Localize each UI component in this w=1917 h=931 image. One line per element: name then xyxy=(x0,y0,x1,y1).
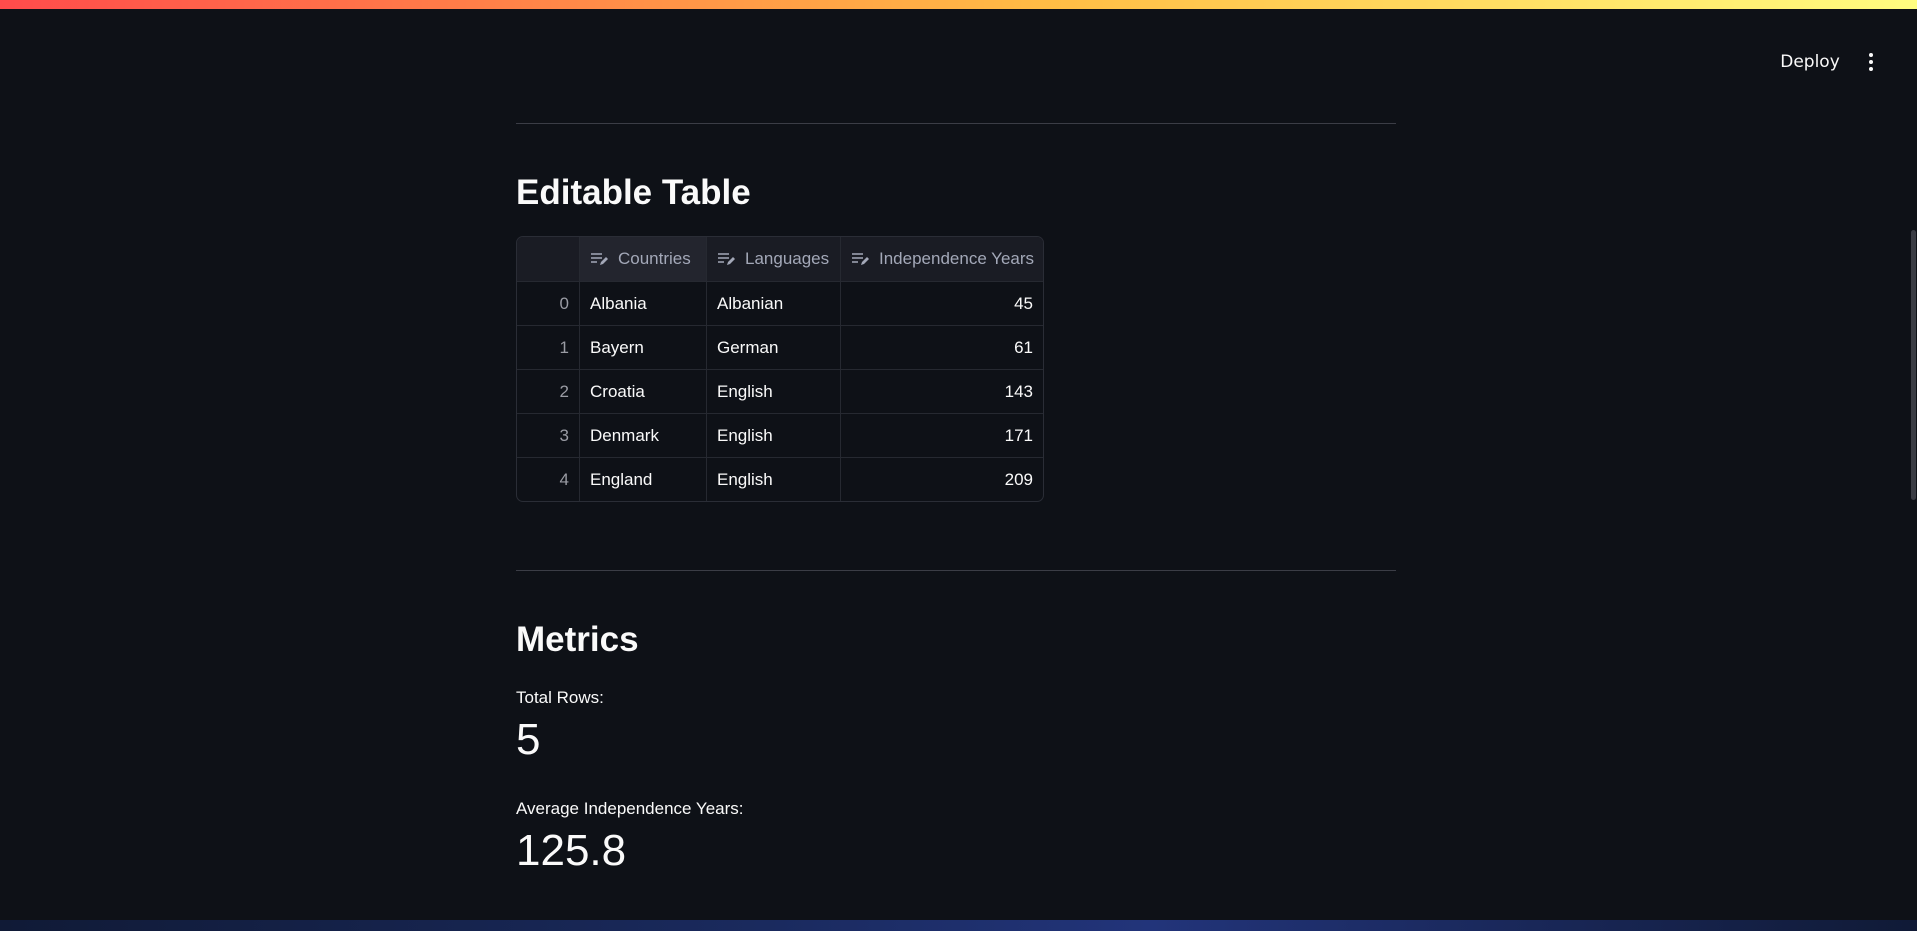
section-divider xyxy=(516,570,1396,571)
table-row: 0 Albania Albanian 45 xyxy=(517,282,1043,326)
avg-independence-years-label: Average Independence Years: xyxy=(516,799,744,818)
app-header: Deploy xyxy=(0,9,1917,97)
row-index-cell: 0 xyxy=(517,282,580,325)
column-header-label: Languages xyxy=(745,249,830,268)
page-scrollbar-thumb[interactable] xyxy=(1911,230,1916,500)
column-header-label: Independence Years xyxy=(879,249,1035,268)
total-rows-value: 5 xyxy=(516,715,541,764)
country-cell[interactable]: Bayern xyxy=(580,326,707,369)
table-row: 4 England English 209 xyxy=(517,458,1043,501)
language-cell[interactable]: German xyxy=(707,326,841,369)
edit-text-icon xyxy=(591,253,608,265)
independence-years-cell[interactable]: 209 xyxy=(841,458,1043,501)
app-decoration-bar xyxy=(0,0,1917,9)
metrics-title: Metrics xyxy=(516,620,639,659)
language-cell[interactable]: Albanian xyxy=(707,282,841,325)
country-cell[interactable]: Albania xyxy=(580,282,707,325)
edit-text-icon xyxy=(852,253,869,265)
independence-years-cell[interactable]: 143 xyxy=(841,370,1043,413)
menu-dot xyxy=(1869,60,1873,64)
index-header-cell xyxy=(517,237,580,281)
table-header-row: Countries Languages Independence Years xyxy=(517,237,1043,282)
independence-years-cell[interactable]: 45 xyxy=(841,282,1043,325)
column-header-countries[interactable]: Countries xyxy=(580,237,707,281)
language-cell[interactable]: English xyxy=(707,370,841,413)
deploy-button[interactable]: Deploy xyxy=(1770,51,1850,73)
taskbar-edge xyxy=(0,920,1917,931)
row-index-cell: 2 xyxy=(517,370,580,413)
avg-independence-years-value: 125.8 xyxy=(516,826,627,875)
section-divider xyxy=(516,123,1396,124)
independence-years-cell[interactable]: 171 xyxy=(841,414,1043,457)
language-cell[interactable]: English xyxy=(707,414,841,457)
column-header-independence-years[interactable]: Independence Years xyxy=(841,237,1043,281)
table-row: 1 Bayern German 61 xyxy=(517,326,1043,370)
row-index-cell: 1 xyxy=(517,326,580,369)
row-index-cell: 3 xyxy=(517,414,580,457)
column-header-languages[interactable]: Languages xyxy=(707,237,841,281)
editable-table: Countries Languages Independence Years 0… xyxy=(516,236,1044,502)
country-cell[interactable]: England xyxy=(580,458,707,501)
more-vertical-icon[interactable] xyxy=(1863,51,1879,73)
country-cell[interactable]: Croatia xyxy=(580,370,707,413)
edit-text-icon xyxy=(718,253,735,265)
row-index-cell: 4 xyxy=(517,458,580,501)
table-row: 2 Croatia English 143 xyxy=(517,370,1043,414)
country-cell[interactable]: Denmark xyxy=(580,414,707,457)
column-header-label: Countries xyxy=(618,249,691,268)
independence-years-cell[interactable]: 61 xyxy=(841,326,1043,369)
editable-table-title: Editable Table xyxy=(516,173,751,212)
menu-dot xyxy=(1869,67,1873,71)
total-rows-label: Total Rows: xyxy=(516,688,604,707)
menu-dot xyxy=(1869,53,1873,57)
language-cell[interactable]: English xyxy=(707,458,841,501)
table-row: 3 Denmark English 171 xyxy=(517,414,1043,458)
